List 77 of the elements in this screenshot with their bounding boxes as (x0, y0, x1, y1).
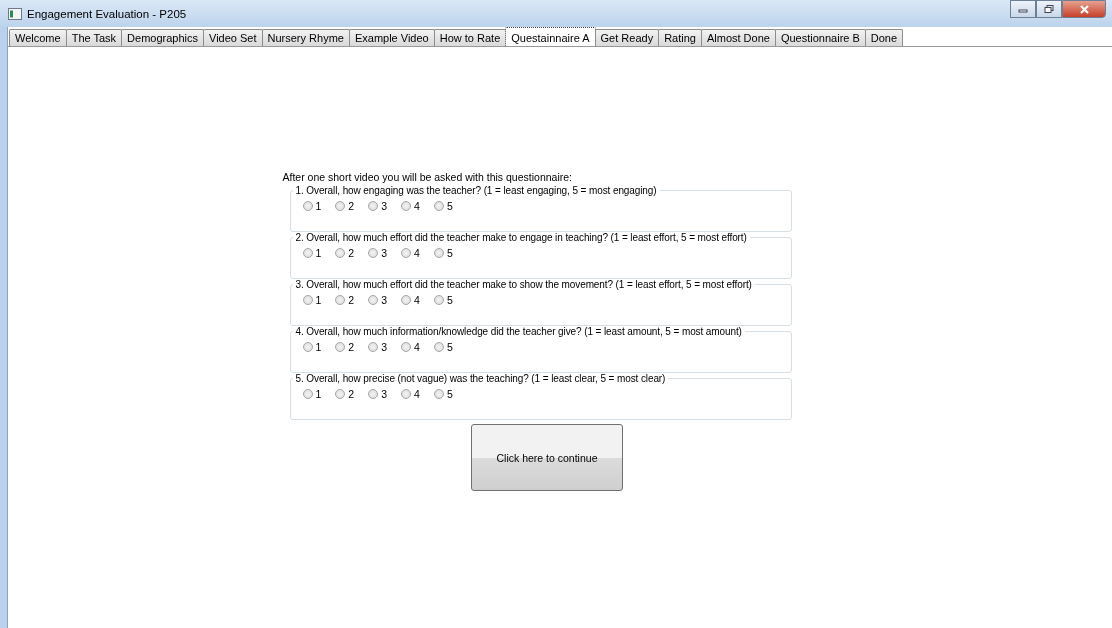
tab[interactable]: Nursery Rhyme (261, 29, 350, 46)
radio-icon[interactable] (401, 342, 412, 352)
radio-option[interactable]: 4 (401, 247, 420, 259)
radio-option[interactable]: 1 (302, 200, 322, 212)
radio-icon[interactable] (302, 389, 313, 399)
radio-icon[interactable] (368, 248, 379, 258)
radio-icon[interactable] (368, 389, 379, 399)
restore-icon (1044, 4, 1054, 14)
radio-option[interactable]: 5 (433, 341, 453, 353)
close-button[interactable] (1062, 0, 1106, 18)
tab[interactable]: Welcome (9, 29, 67, 46)
radio-option[interactable]: 2 (335, 388, 355, 400)
radio-icon[interactable] (302, 201, 313, 211)
radio-option[interactable]: 4 (401, 388, 420, 400)
question-text: 5. Overall, how precise (not vague) was the teaching? (1 = least clear, 5 = most clear) (294, 373, 667, 384)
radio-icon[interactable] (401, 201, 412, 211)
tab[interactable]: Questionnaire B (774, 29, 866, 46)
question-text: 3. Overall, how much effort did the teacher make to show the movement? (1 = least effort, 5 = most effort) (294, 279, 753, 290)
radio-icon[interactable] (433, 342, 444, 352)
radio-option[interactable]: 3 (368, 200, 388, 212)
radio-icon[interactable] (401, 389, 412, 399)
radio-icon[interactable] (401, 295, 412, 305)
radio-icon[interactable] (302, 248, 313, 258)
radio-option[interactable]: 5 (433, 388, 453, 400)
tab[interactable]: Get Ready (594, 29, 660, 46)
radio-option[interactable]: 5 (433, 200, 453, 212)
radio-icon[interactable] (368, 342, 379, 352)
question-text: 2. Overall, how much effort did the teacher make to engage in teaching? (1 = least effort, 5 = most effort) (294, 232, 748, 243)
radio-option[interactable]: 1 (302, 247, 322, 259)
tab[interactable]: Questainnaire A (505, 27, 596, 46)
question-text: 4. Overall, how much information/knowledge did the teacher give? (1 = least amount, 5 = most amount) (294, 326, 743, 337)
radio-option[interactable]: 3 (368, 294, 388, 306)
app-icon (8, 8, 22, 20)
radio-option[interactable]: 1 (302, 294, 322, 306)
intro-text: After one short video you will be asked with this questionnaire: (282, 171, 573, 183)
radio-option[interactable]: 5 (433, 247, 453, 259)
radio-icon[interactable] (335, 201, 346, 211)
radio-icon[interactable] (302, 342, 313, 352)
minimize-button[interactable] (1010, 0, 1036, 18)
radio-option[interactable]: 2 (335, 200, 355, 212)
radio-icon[interactable] (335, 342, 346, 352)
radio-icon[interactable] (335, 295, 346, 305)
radio-option[interactable]: 2 (335, 294, 355, 306)
question-text: 1. Overall, how engaging was the teacher? (1 = least engaging, 5 = most engaging) (294, 185, 658, 196)
radio-option[interactable]: 4 (401, 294, 420, 306)
continue-button[interactable]: Click here to continue (471, 424, 623, 491)
radio-icon[interactable] (433, 295, 444, 305)
radio-icon[interactable] (335, 389, 346, 399)
close-icon (1078, 4, 1090, 14)
tab[interactable]: Demographics (121, 29, 204, 46)
tab[interactable]: Almost Done (700, 29, 776, 46)
window-title: Engagement Evaluation - P205 (27, 8, 187, 20)
tab[interactable]: Video Set (203, 29, 263, 46)
radio-option[interactable]: 3 (368, 388, 388, 400)
maximize-button[interactable] (1036, 0, 1062, 18)
radio-icon[interactable] (401, 248, 412, 258)
radio-icon[interactable] (335, 248, 346, 258)
radio-icon[interactable] (368, 295, 379, 305)
tab[interactable]: Done (864, 29, 904, 46)
radio-option[interactable]: 2 (335, 341, 355, 353)
radio-option[interactable]: 1 (302, 388, 322, 400)
radio-option[interactable]: 4 (401, 200, 420, 212)
radio-option[interactable]: 3 (368, 341, 388, 353)
radio-icon[interactable] (433, 248, 444, 258)
radio-option[interactable]: 2 (335, 247, 355, 259)
tab[interactable]: The Task (65, 29, 123, 46)
tab[interactable]: Rating (658, 29, 702, 46)
radio-option[interactable]: 5 (433, 294, 453, 306)
radio-option[interactable]: 4 (401, 341, 420, 353)
radio-icon[interactable] (368, 201, 379, 211)
radio-option[interactable]: 1 (302, 341, 322, 353)
tab[interactable]: How to Rate (433, 29, 507, 46)
radio-option[interactable]: 3 (368, 247, 388, 259)
radio-icon[interactable] (433, 389, 444, 399)
radio-icon[interactable] (433, 201, 444, 211)
tab[interactable]: Example Video (348, 29, 435, 46)
radio-icon[interactable] (302, 295, 313, 305)
